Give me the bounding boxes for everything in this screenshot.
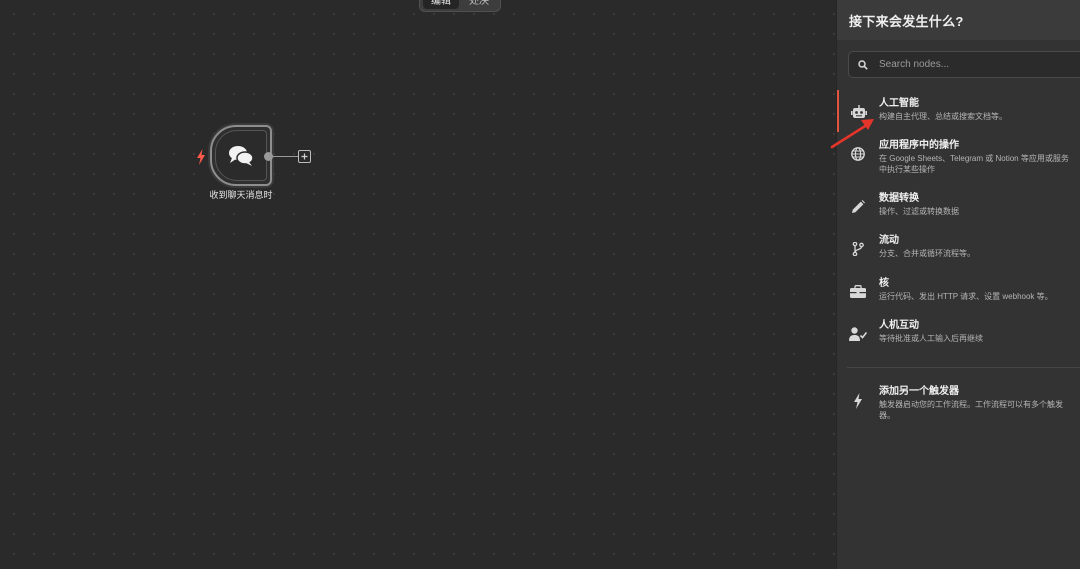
category-title: 应用程序中的操作 — [879, 140, 959, 151]
chat-trigger-node[interactable] — [210, 125, 272, 186]
trigger-description: 触发器启动您的工作流程。工作流程可以有多个触发器。 — [879, 400, 1063, 420]
category-item-human-in-the-loop[interactable]: 人机互动 等待批准或人工输入后再继续 — [837, 312, 1080, 354]
search-input[interactable] — [877, 58, 1061, 71]
lightning-bolt-icon — [197, 149, 205, 165]
search-icon — [858, 59, 868, 70]
node-body — [215, 130, 267, 181]
node-label: 收到聊天消息时 — [209, 190, 273, 200]
category-item-flow[interactable]: 流动 分支、合并或循环流程等。 — [837, 227, 1080, 270]
chat-bubbles-icon — [229, 145, 254, 166]
category-title: 人机互动 — [879, 320, 919, 331]
mode-toggle: 编辑 处决 — [419, 0, 501, 12]
category-description: 操作、过滤或转换数据 — [879, 207, 959, 216]
category-description: 运行代码、发出 HTTP 请求、设置 webhook 等。 — [879, 292, 1053, 301]
category-description: 构建自主代理、总结或搜索文档等。 — [879, 112, 1007, 121]
search-box[interactable] — [848, 51, 1080, 78]
lightning-bolt-icon — [854, 393, 862, 409]
node-creator-panel: 接下来会发生什么? Search nodes... 人工智能 构建自主代理、总结… — [836, 0, 1080, 569]
category-item-data-transformation[interactable]: 数据转换 操作、过滤或转换数据 — [837, 185, 1080, 227]
user-check-icon — [849, 327, 867, 341]
plus-icon — [301, 153, 308, 160]
category-title: 人工智能 — [879, 98, 919, 109]
category-description: 在 Google Sheets、Telegram 或 Notion 等应用或服务… — [879, 154, 1069, 174]
branch-icon — [852, 242, 864, 256]
category-title: 数据转换 — [879, 193, 919, 204]
category-item-core[interactable]: 核 运行代码、发出 HTTP 请求、设置 webhook 等。 — [837, 270, 1080, 312]
workflow-canvas[interactable]: 编辑 处决 收到聊天消息时 — [0, 0, 836, 569]
toolbox-icon — [850, 285, 866, 298]
app-window: 编辑 处决 收到聊天消息时 接下来会发生什么? Search nodes... … — [0, 0, 1080, 569]
pencil-icon — [852, 200, 865, 213]
tab-executions[interactable]: 处决 — [461, 0, 497, 9]
annotation-arrow-icon — [830, 119, 874, 149]
category-title: 流动 — [879, 235, 899, 246]
tab-editor[interactable]: 编辑 — [423, 0, 459, 9]
divider — [847, 367, 1080, 368]
connector-line — [273, 156, 299, 157]
panel-title: 接下来会发生什么? — [837, 0, 1080, 40]
trigger-title: 添加另一个触发器 — [879, 386, 959, 397]
category-description: 分支、合并或循环流程等。 — [879, 249, 975, 258]
category-title: 核 — [879, 278, 889, 289]
node-output-handle[interactable] — [264, 152, 273, 161]
category-description: 等待批准或人工输入后再继续 — [879, 334, 983, 343]
add-node-button[interactable] — [298, 150, 311, 163]
add-trigger-item[interactable]: 添加另一个触发器 触发器启动您的工作流程。工作流程可以有多个触发器。 — [837, 378, 1080, 426]
